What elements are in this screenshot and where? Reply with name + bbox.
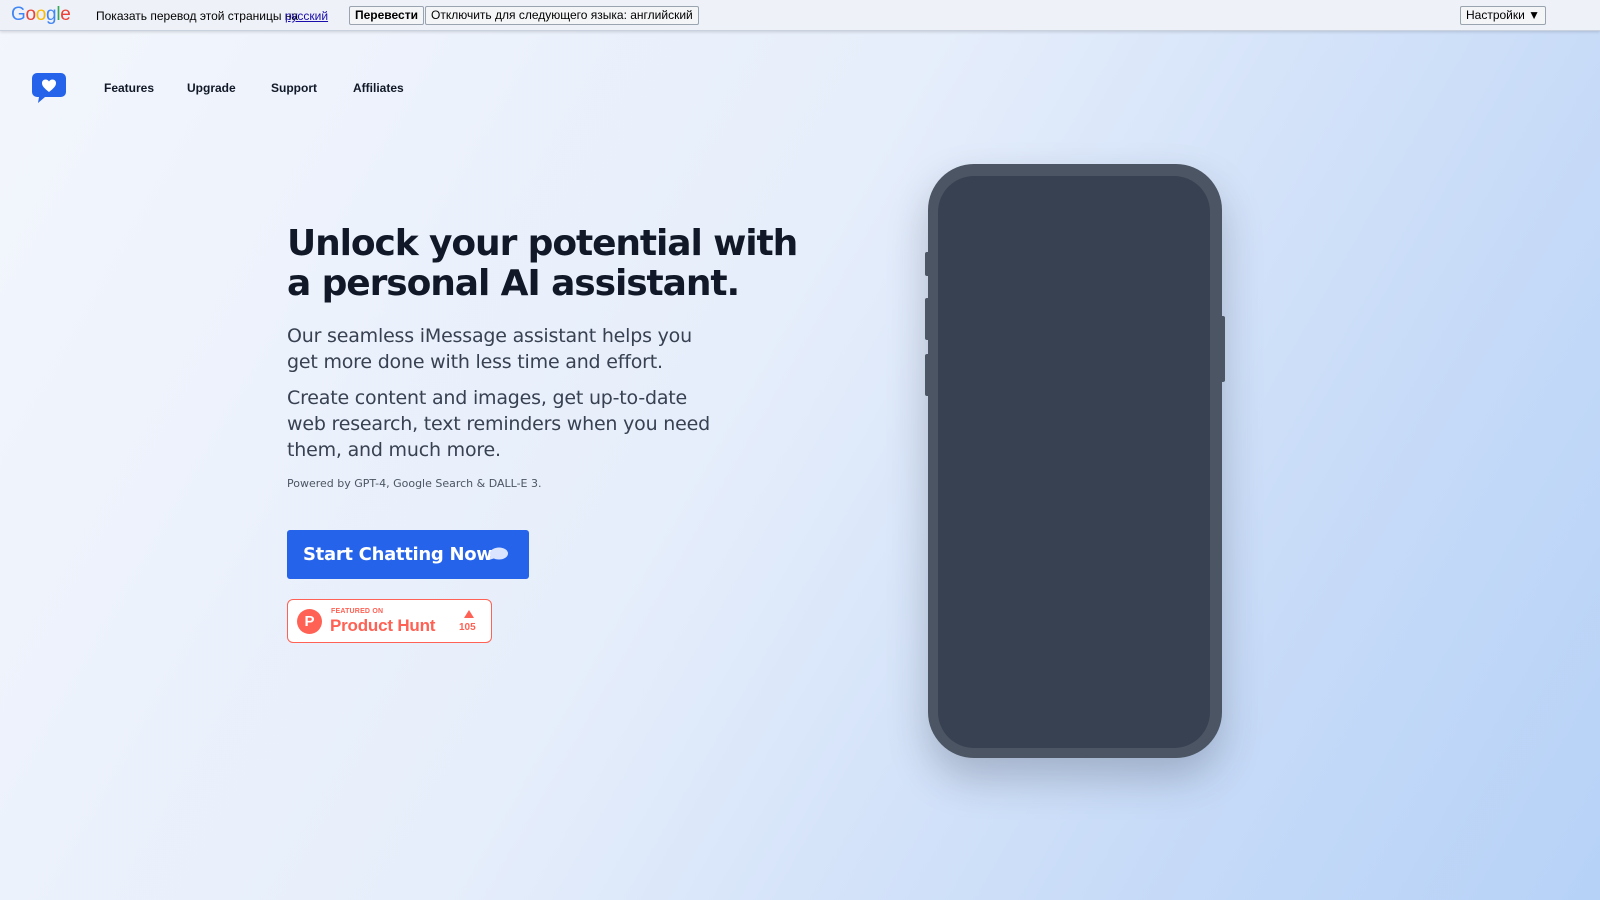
phone-power-button: [1221, 316, 1225, 382]
chat-heart-icon[interactable]: [32, 73, 66, 103]
phone-screen: [938, 176, 1210, 748]
phone-volume-down-button: [925, 354, 929, 396]
nav-features[interactable]: Features: [104, 81, 154, 95]
upvote-count: 105: [459, 622, 476, 633]
phone-side-button: [925, 252, 929, 276]
nav-support[interactable]: Support: [271, 81, 317, 95]
phone-mockup: [925, 164, 1225, 758]
product-hunt-badge[interactable]: P FEATURED ON Product Hunt 105: [287, 599, 492, 643]
product-hunt-name: Product Hunt: [330, 616, 436, 635]
featured-on-label: FEATURED ON: [331, 608, 384, 615]
phone-volume-up-button: [925, 298, 929, 340]
hero-title: Unlock your potential with a personal AI…: [287, 223, 798, 304]
hero-paragraph-1: Our seamless iMessage assistant helps yo…: [287, 325, 692, 373]
powered-by-text: Powered by GPT-4, Google Search & DALL-E…: [287, 477, 542, 490]
nav-affiliates[interactable]: Affiliates: [353, 81, 404, 95]
translate-bar: Google Показать перевод этой страницы на…: [0, 0, 1600, 31]
google-logo: Google: [11, 4, 71, 25]
nav-upgrade[interactable]: Upgrade: [187, 81, 236, 95]
translate-settings-button[interactable]: Настройки ▼: [1460, 6, 1547, 25]
chat-bubble-icon: [489, 547, 508, 560]
upvote-arrow-icon: [464, 610, 474, 618]
start-chatting-button[interactable]: Start Chatting Now: [287, 530, 529, 579]
hero-paragraph-2: Create content and images, get up-to-dat…: [287, 387, 710, 461]
translate-button[interactable]: Перевести: [349, 6, 424, 25]
start-chatting-label: Start Chatting Now: [303, 544, 493, 565]
product-hunt-logo: P: [297, 609, 322, 634]
disable-translate-button[interactable]: Отключить для следующего языка: английск…: [425, 6, 699, 25]
translate-prompt: Показать перевод этой страницы на: [96, 9, 299, 23]
translate-language-link[interactable]: русский: [285, 9, 328, 23]
